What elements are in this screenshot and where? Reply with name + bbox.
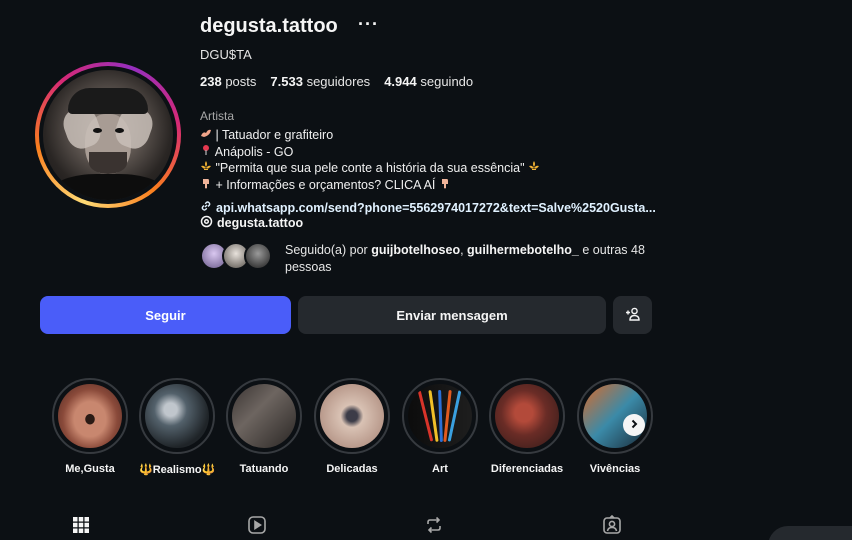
threads-icon [200, 215, 213, 231]
send-message-button[interactable]: Enviar mensagem [298, 296, 606, 334]
posts-stat: 238 posts [200, 74, 257, 89]
fleur-de-lis-icon [200, 160, 212, 177]
profile-category: Artista [200, 109, 235, 123]
tab-posts[interactable] [70, 516, 92, 538]
highlight-label: 🔱Realismo🔱 [139, 464, 216, 476]
highlight-cover [408, 384, 472, 448]
highlight-item[interactable]: Delicadas [314, 378, 390, 475]
pin-icon [200, 144, 212, 161]
add-person-icon [625, 307, 641, 324]
followed-by-text[interactable]: Seguido(a) por guijbotelhoseo, guilherme… [285, 242, 655, 276]
messages-panel-edge[interactable] [768, 526, 852, 540]
tab-reposts[interactable] [423, 516, 445, 538]
highlight-cover [495, 384, 559, 448]
profile-bio: | Tatuador e grafiteiro Anápolis - GO "P… [200, 127, 650, 193]
following-stat[interactable]: 4.944 seguindo [384, 74, 473, 89]
highlight-cover [58, 384, 122, 448]
highlights-next-button[interactable] [623, 414, 645, 436]
bio-line: Anápolis - GO [200, 144, 650, 161]
tagged-icon [602, 514, 622, 540]
followed-by-avatars[interactable] [200, 242, 280, 272]
pointing-down-icon [439, 177, 451, 194]
highlight-cover [145, 384, 209, 448]
bio-line: + Informações e orçamentos? CLICA AÍ [200, 177, 650, 194]
tab-reels[interactable] [246, 515, 268, 540]
follow-button[interactable]: Seguir [40, 296, 291, 334]
link-icon [200, 200, 212, 215]
profile-avatar[interactable] [35, 62, 181, 208]
pointing-down-icon [200, 177, 212, 194]
reels-icon [247, 515, 267, 540]
fleur-de-lis-icon [528, 160, 540, 177]
highlight-label: Art [432, 463, 448, 475]
more-options-icon[interactable]: ··· [358, 14, 379, 35]
bio-line: "Permita que sua pele conte a história d… [200, 160, 650, 177]
suggest-users-button[interactable] [613, 296, 652, 334]
highlight-item[interactable]: Me,Gusta [52, 378, 128, 475]
flexed-arm-icon [200, 127, 212, 144]
profile-full-name: DGU$TA [200, 47, 252, 62]
threads-link[interactable]: degusta.tattoo [200, 215, 303, 231]
highlight-cover [232, 384, 296, 448]
repost-icon [424, 515, 444, 540]
highlight-label: Tatuando [239, 463, 289, 475]
profile-stats: 238 posts 7.533 seguidores 4.944 seguind… [200, 74, 473, 89]
highlight-label: Vivências [589, 463, 641, 475]
highlight-cover [320, 384, 384, 448]
tab-tagged[interactable] [601, 514, 623, 540]
profile-link[interactable]: api.whatsapp.com/send?phone=556297401727… [200, 200, 656, 215]
bio-line: | Tatuador e grafiteiro [200, 127, 650, 144]
highlight-label: Diferenciadas [490, 463, 564, 475]
grid-icon [71, 515, 91, 540]
highlight-item[interactable]: Diferenciadas [489, 378, 565, 475]
followers-stat[interactable]: 7.533 seguidores [270, 74, 370, 89]
highlight-label: Me,Gusta [65, 463, 115, 475]
highlight-item[interactable]: Tatuando [226, 378, 302, 475]
avatar [244, 242, 272, 270]
profile-username: degusta.tattoo [200, 15, 338, 37]
highlight-label: Delicadas [326, 463, 378, 475]
highlight-item[interactable]: Art [402, 378, 478, 475]
highlight-item[interactable]: 🔱Realismo🔱 [139, 378, 215, 476]
chevron-right-icon [629, 416, 639, 434]
